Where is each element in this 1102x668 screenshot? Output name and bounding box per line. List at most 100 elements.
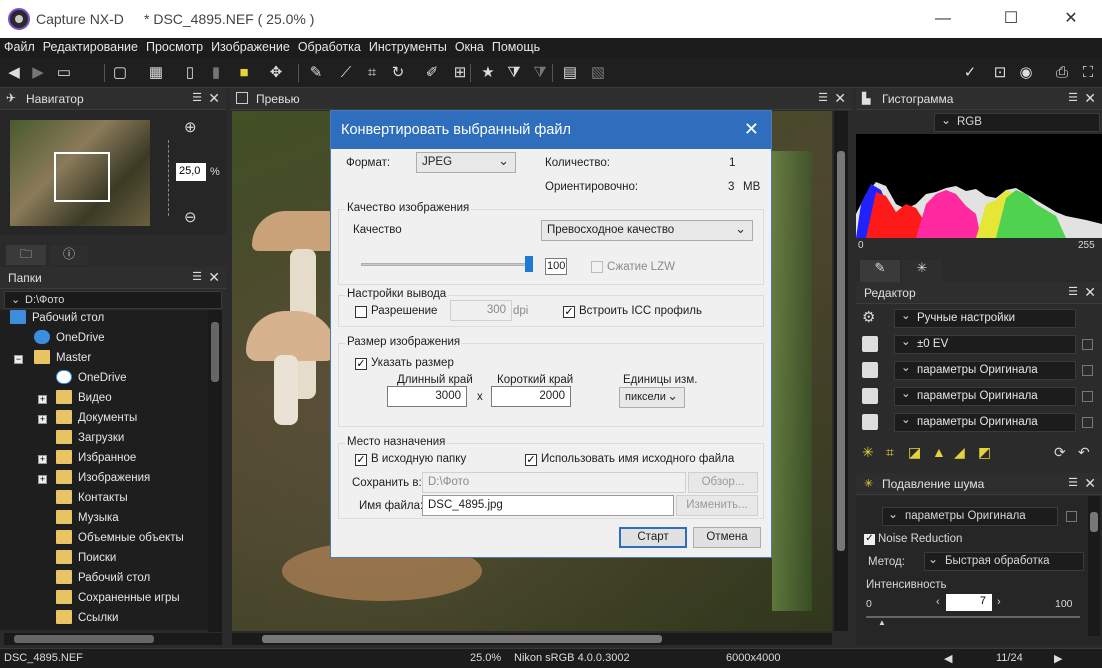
set-size-checkbox[interactable]: ✓ [355, 358, 367, 370]
panel-menu-icon[interactable]: ☰ [1068, 476, 1078, 489]
quality-slider[interactable] [361, 263, 529, 266]
white-balance-checkbox[interactable] [1082, 365, 1093, 376]
scrollbar-thumb[interactable] [837, 151, 845, 551]
tree-item[interactable]: OneDrive [56, 370, 127, 390]
menu-file[interactable]: Файл [0, 38, 39, 54]
open-with-app-icon[interactable]: ◉ [1016, 63, 1036, 83]
tree-item[interactable]: Master [34, 350, 91, 370]
rotate-icon[interactable]: ↻ [388, 63, 408, 83]
zoom-tool-icon[interactable]: ✥ [266, 63, 286, 83]
zoom-in-icon[interactable]: ⊕ [184, 118, 197, 136]
menu-process[interactable]: Обработка [294, 38, 365, 54]
batch-process-icon[interactable]: ✓ [960, 63, 980, 83]
short-edge-input[interactable]: 2000 [491, 386, 571, 407]
dialog-close-icon[interactable]: ✕ [744, 119, 759, 140]
close-display-icon[interactable]: ▧ [588, 63, 608, 83]
preview-vscrollbar[interactable] [834, 111, 848, 631]
panel-menu-icon[interactable]: ☰ [192, 91, 202, 104]
folder-tab-icon[interactable]: 🗀 [6, 245, 46, 265]
histogram-channel-select[interactable]: ⌄ RGB [934, 113, 1100, 132]
zoom-input[interactable]: 25,0 [176, 163, 206, 181]
lzw-checkbox[interactable] [591, 261, 603, 273]
folder-tree-scrollbar[interactable] [208, 310, 222, 632]
retouch-brush-icon[interactable]: ✐ [422, 63, 442, 83]
maximize-icon[interactable]: ☐ [996, 8, 1026, 30]
zoom-out-icon[interactable]: ⊖ [184, 208, 197, 226]
chevron-left-icon[interactable]: ‹ [936, 596, 940, 608]
resolution-checkbox[interactable] [355, 306, 367, 318]
quality-value-input[interactable]: 100 [545, 258, 567, 275]
tree-item[interactable]: Изображения [56, 470, 150, 490]
exposure-select[interactable]: ±0 EV [894, 334, 1076, 354]
expand-icon[interactable]: + [38, 475, 47, 484]
save-path-input[interactable]: D:\Фото [422, 472, 686, 493]
tree-item[interactable]: Рабочий стол [56, 570, 150, 590]
thumbnail-view-icon[interactable]: ▢ [110, 63, 130, 83]
open-folder-icon[interactable]: ▭ [54, 63, 74, 83]
multi-view-icon[interactable]: ■ [234, 63, 254, 83]
tree-item[interactable]: Сохраненные игры [56, 590, 180, 610]
straighten-icon[interactable]: ⟋ [336, 63, 356, 83]
crop-tool-icon[interactable]: ⌗ [886, 444, 894, 461]
noise-tool-icon[interactable]: ✳ [862, 444, 874, 461]
tools-tab-icon[interactable]: ✳ [902, 260, 942, 282]
long-edge-input[interactable]: 3000 [387, 386, 467, 407]
intensity-slider[interactable] [866, 616, 1080, 618]
tree-item[interactable]: OneDrive [34, 330, 105, 350]
menu-windows[interactable]: Окна [451, 38, 488, 54]
quality-slider-thumb[interactable] [525, 256, 533, 272]
panel-menu-icon[interactable]: ☰ [1068, 91, 1078, 104]
levels-icon[interactable]: ⊞ [450, 63, 470, 83]
detail-tool-icon[interactable]: ▲ [932, 444, 946, 460]
chevron-right-icon[interactable]: › [997, 596, 1001, 608]
panel-close-icon[interactable]: ✕ [1084, 90, 1096, 107]
picture-control-select[interactable]: параметры Оригинала [894, 386, 1076, 406]
navigator-viewport-box[interactable] [54, 152, 110, 202]
panel-close-icon[interactable]: ✕ [1084, 284, 1096, 301]
close-window-icon[interactable]: ✕ [1056, 8, 1086, 30]
slider-thumb[interactable]: ▲ [878, 618, 886, 627]
tree-item[interactable]: Загрузки [56, 430, 124, 450]
editor-scrollbar[interactable] [1088, 496, 1100, 636]
color-tool-icon[interactable]: ◩ [978, 444, 991, 461]
start-button[interactable]: Старт [619, 527, 687, 548]
minimize-icon[interactable]: — [928, 8, 958, 30]
compare-view-icon[interactable]: ▯ [180, 63, 200, 83]
scrollbar-thumb[interactable] [211, 322, 219, 382]
info-tab-icon[interactable]: ⓘ [50, 245, 88, 265]
expand-icon[interactable]: + [38, 395, 47, 404]
reset-icon[interactable]: ⟳ [1054, 444, 1066, 461]
folder-tree-hscrollbar[interactable] [4, 633, 222, 645]
expand-icon[interactable]: + [38, 455, 47, 464]
panel-close-icon[interactable]: ✕ [1084, 475, 1096, 492]
panel-menu-icon[interactable]: ☰ [818, 91, 828, 104]
white-balance-select[interactable]: параметры Оригинала [894, 360, 1076, 380]
picker-icon[interactable]: ✎ [306, 63, 326, 83]
menu-tools[interactable]: Инструменты [365, 38, 451, 54]
zoom-slider[interactable] [168, 140, 169, 216]
format-select[interactable]: JPEG [416, 152, 516, 173]
levels-tool-icon[interactable]: ◢ [954, 444, 965, 461]
cancel-button[interactable]: Отмена [693, 527, 761, 548]
tree-item[interactable]: Поиски [56, 550, 116, 570]
tree-item[interactable]: Ссылки [56, 610, 119, 630]
menu-view[interactable]: Просмотр [142, 38, 207, 54]
print-icon[interactable]: ⎙ [1052, 63, 1072, 83]
star-icon[interactable]: ★ [478, 63, 498, 83]
lens-tool-icon[interactable]: ◪ [908, 444, 921, 461]
tree-item[interactable]: Музыка [56, 510, 119, 530]
navigator-thumbnail[interactable] [10, 120, 150, 226]
edit-tab-icon[interactable]: ✎ [860, 260, 900, 282]
editor-settings-select[interactable]: Ручные настройки [894, 308, 1076, 328]
panel-menu-icon[interactable]: ☰ [1068, 285, 1078, 298]
change-button[interactable]: Изменить... [676, 495, 758, 516]
transfer-icon[interactable]: ⊡ [990, 63, 1010, 83]
back-icon[interactable]: ◀ [4, 63, 24, 83]
use-name-checkbox[interactable]: ✓ [525, 454, 537, 466]
presentation-icon[interactable]: ▤ [560, 63, 580, 83]
panel-menu-icon[interactable]: ☰ [192, 270, 202, 283]
scrollbar-thumb[interactable] [14, 635, 154, 643]
noise-setting-checkbox[interactable] [1066, 511, 1077, 522]
folder-path-combo[interactable]: ⌄ D:\Фото [4, 291, 222, 309]
menu-image[interactable]: Изображение [207, 38, 294, 54]
